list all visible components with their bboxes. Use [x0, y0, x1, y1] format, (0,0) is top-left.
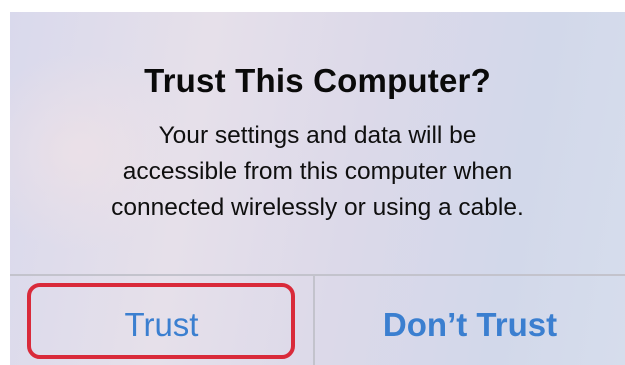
dialog-message-line-3: connected wirelessly or using a cable.	[111, 194, 524, 221]
screen: Trust This Computer? Your settings and d…	[0, 0, 625, 365]
trust-button-label: Trust	[124, 305, 199, 343]
dialog-message-line-1: Your settings and data will be	[158, 122, 477, 149]
trust-alert-dialog: Trust This Computer? Your settings and d…	[10, 12, 625, 365]
dont-trust-button-label: Don’t Trust	[382, 305, 558, 343]
dialog-message: Your settings and data will be accessibl…	[10, 118, 625, 226]
dialog-message-line-2: accessible from this computer when	[122, 158, 513, 185]
trust-button[interactable]: Trust	[10, 276, 313, 365]
dont-trust-button[interactable]: Don’t Trust	[315, 276, 625, 365]
dialog-title: Trust This Computer?	[144, 62, 491, 99]
